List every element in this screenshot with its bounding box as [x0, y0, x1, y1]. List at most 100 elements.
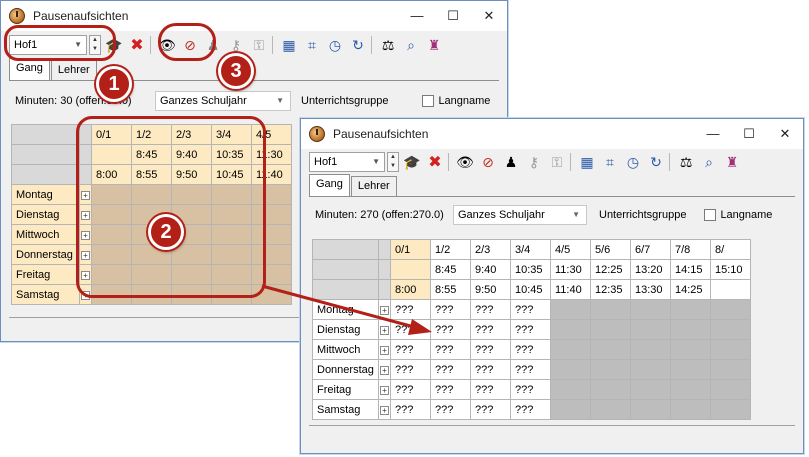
slot-cell[interactable]: ??? [430, 379, 471, 400]
clock-icon[interactable]: ◷ [325, 35, 345, 55]
minimize-button[interactable]: — [399, 1, 435, 31]
grid-corner [11, 124, 80, 145]
callout-badge-1: 1 [96, 66, 132, 102]
slot-cell-unavailable [670, 319, 711, 340]
slot-cell[interactable]: ??? [430, 359, 471, 380]
slot-cell[interactable]: ??? [470, 399, 511, 420]
expand-day[interactable]: + [378, 339, 391, 360]
person-key-icon[interactable]: ⚷ [524, 152, 544, 172]
slot-cell-unavailable [630, 339, 671, 360]
slot-cell[interactable]: ??? [470, 299, 511, 320]
toolbar-separator [669, 153, 670, 171]
period-select[interactable]: Ganzes Schuljahr ▼ [155, 91, 291, 111]
crop-icon[interactable]: ⌗ [302, 35, 322, 55]
close-button[interactable]: ✕ [471, 1, 507, 31]
chevron-down-icon: ▼ [276, 96, 284, 105]
expand-day[interactable]: + [378, 319, 391, 340]
search-icon[interactable]: ⌕ [699, 152, 719, 172]
person-key-icon[interactable]: ⚷ [226, 35, 246, 55]
crop-icon[interactable]: ⌗ [600, 152, 620, 172]
longname-option[interactable]: Langname [704, 209, 772, 221]
key-icon[interactable]: ⚿ [249, 35, 269, 55]
delete-icon[interactable]: ✖ [127, 35, 147, 55]
slot-cell[interactable]: ??? [390, 299, 431, 320]
refresh-icon[interactable]: ↻ [348, 35, 368, 55]
slot-cell[interactable]: ??? [390, 359, 431, 380]
tab-gang[interactable]: Gang [9, 58, 50, 80]
slot-cell[interactable]: ??? [470, 359, 511, 380]
slot-cell[interactable]: ??? [470, 319, 511, 340]
tab-lehrer[interactable]: Lehrer [350, 176, 397, 196]
maximize-button[interactable]: ☐ [731, 119, 767, 149]
grid-corner [11, 144, 80, 165]
slot-cell-unavailable [590, 299, 631, 320]
slot-cell-unavailable [590, 379, 631, 400]
maximize-button[interactable]: ☐ [435, 1, 471, 31]
slot-cell-unavailable [550, 359, 591, 380]
expand-day[interactable]: + [378, 379, 391, 400]
day-row: Dienstag +???????????? [312, 319, 751, 340]
scales-icon[interactable]: ⚖ [676, 152, 696, 172]
start-time: 13:20 [630, 259, 671, 280]
refresh-icon[interactable]: ↻ [646, 152, 666, 172]
people-icon[interactable]: ♜ [424, 35, 444, 55]
day-row: Donnerstag +???????????? [312, 359, 751, 380]
start-time: 9:40 [470, 259, 511, 280]
day-label: Dienstag [312, 319, 379, 340]
longname-checkbox[interactable] [422, 95, 435, 107]
day-label: Mittwoch [11, 224, 80, 245]
slot-cell[interactable]: ??? [510, 379, 551, 400]
toolbar-separator [150, 36, 151, 54]
graduation-cap-icon[interactable]: 🎓 [402, 152, 422, 172]
slot-cell-unavailable [550, 399, 591, 420]
slot-cell[interactable]: ??? [430, 339, 471, 360]
expand-day[interactable]: + [378, 399, 391, 420]
tab-gang[interactable]: Gang [309, 174, 350, 196]
hof-spinner[interactable]: ▲ ▼ [387, 152, 399, 172]
calculator-icon[interactable]: ▦ [279, 35, 299, 55]
period-select[interactable]: Ganzes Schuljahr ▼ [453, 205, 587, 225]
scales-icon[interactable]: ⚖ [378, 35, 398, 55]
slot-cell[interactable]: ??? [390, 379, 431, 400]
slot-cell[interactable]: ??? [390, 339, 431, 360]
grid-corner [378, 279, 391, 300]
slot-cell[interactable]: ??? [390, 399, 431, 420]
person-icon[interactable]: ♟ [501, 152, 521, 172]
slot-cell[interactable]: ??? [430, 299, 471, 320]
slot-cell-unavailable [630, 359, 671, 380]
slot-cell[interactable]: ??? [470, 339, 511, 360]
clock-icon[interactable]: ◷ [623, 152, 643, 172]
longname-option[interactable]: Langname [422, 95, 490, 107]
slot-cell[interactable]: ??? [510, 319, 551, 340]
slot-cell[interactable]: ??? [430, 399, 471, 420]
expand-day[interactable]: + [378, 299, 391, 320]
delete-icon[interactable]: ✖ [425, 152, 445, 172]
slot-cell[interactable]: ??? [430, 319, 471, 340]
slot-cell[interactable]: ??? [510, 339, 551, 360]
slot-cell[interactable]: ??? [470, 379, 511, 400]
grid-corner [312, 239, 379, 260]
slot-cell[interactable]: ??? [390, 319, 431, 340]
eye-icon[interactable]: 👁 [455, 152, 475, 172]
close-button[interactable]: ✕ [767, 119, 803, 149]
longname-checkbox[interactable] [704, 209, 717, 221]
tab-lehrer[interactable]: Lehrer [50, 60, 97, 80]
calculator-icon[interactable]: ▦ [577, 152, 597, 172]
slot-cell-unavailable [670, 299, 711, 320]
minimize-button[interactable]: — [695, 119, 731, 149]
search-icon[interactable]: ⌕ [401, 35, 421, 55]
callout-badge-3: 3 [218, 53, 254, 89]
slot-cell[interactable]: ??? [510, 399, 551, 420]
grid-highlight [76, 116, 266, 298]
longname-label: Langname [438, 95, 491, 107]
expand-day[interactable]: + [378, 359, 391, 380]
key-icon[interactable]: ⚿ [547, 152, 567, 172]
end-time: 9:50 [470, 279, 511, 300]
eye-crossed-icon[interactable]: ⊘ [478, 152, 498, 172]
chevron-down-icon: ▼ [372, 157, 380, 166]
people-icon[interactable]: ♜ [722, 152, 742, 172]
eye-icons-highlight [158, 23, 216, 61]
hof-select[interactable]: Hof1 ▼ [309, 152, 385, 172]
slot-cell[interactable]: ??? [510, 359, 551, 380]
slot-cell[interactable]: ??? [510, 299, 551, 320]
